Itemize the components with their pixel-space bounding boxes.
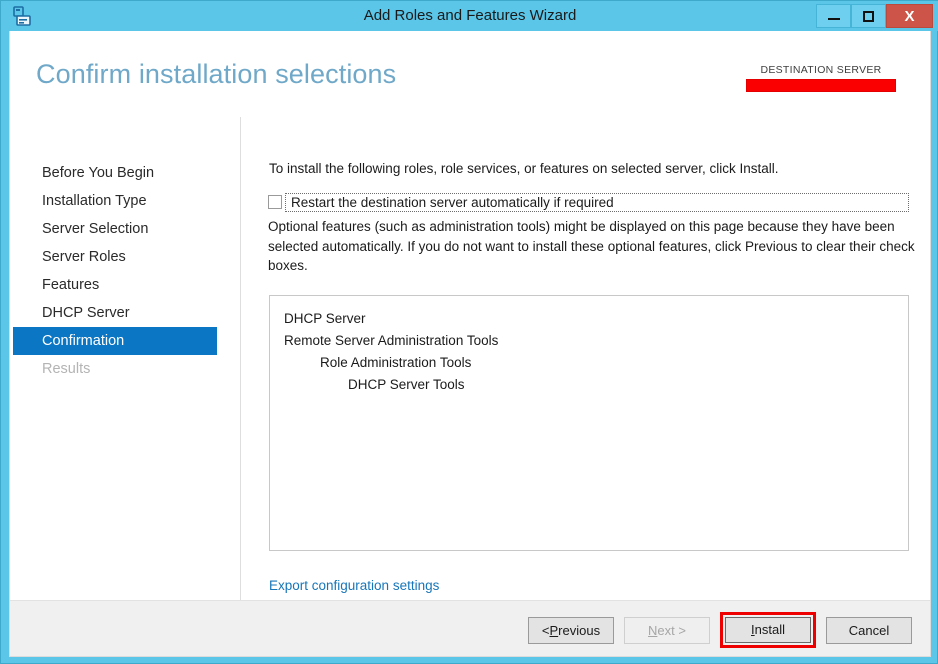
footer-buttons: < Previous Next > Install Cancel	[528, 612, 912, 648]
destination-server-label: DESTINATION SERVER	[760, 64, 882, 76]
install-button[interactable]: Install	[725, 617, 811, 643]
list-item: DHCP Server Tools	[348, 377, 465, 392]
maximize-icon	[863, 10, 874, 22]
page-title: Confirm installation selections	[36, 59, 397, 89]
export-configuration-settings-link[interactable]: Export configuration settings	[269, 576, 463, 596]
sidebar-item-dhcp-server[interactable]: DHCP Server	[10, 299, 240, 327]
sidebar-item-server-roles[interactable]: Server Roles	[10, 243, 240, 271]
minimize-button[interactable]	[816, 4, 851, 28]
destination-server-redaction	[746, 79, 896, 92]
title-bar: Add Roles and Features Wizard X	[1, 1, 938, 31]
restart-checkbox[interactable]	[268, 195, 282, 209]
restart-checkbox-row[interactable]: Restart the destination server automatic…	[268, 192, 909, 212]
wizard-sidebar: Before You Begin Installation Type Serve…	[10, 117, 241, 600]
sidebar-item-results: Results	[42, 361, 91, 377]
sidebar-item-installation-type[interactable]: Installation Type	[10, 187, 240, 215]
content-pane: To install the following roles, role ser…	[242, 117, 930, 613]
cancel-button[interactable]: Cancel	[826, 616, 912, 644]
optional-features-text: Optional features (such as administratio…	[268, 219, 915, 273]
previous-button[interactable]: < Previous	[528, 616, 614, 644]
destination-server-block: DESTINATION SERVER	[740, 64, 902, 92]
list-item: Remote Server Administration Tools	[284, 333, 499, 348]
sidebar-item-before-you-begin[interactable]: Before You Begin	[10, 159, 240, 187]
wizard-window: Add Roles and Features Wizard X Confirm …	[0, 0, 938, 664]
minimize-icon	[827, 18, 840, 20]
intro-text: To install the following roles, role ser…	[269, 161, 779, 176]
window-controls: X	[816, 4, 933, 28]
restart-checkbox-label: Restart the destination server automatic…	[291, 194, 614, 210]
window-title: Add Roles and Features Wizard	[363, 7, 577, 24]
page-header: Confirm installation selections DESTINAT…	[10, 31, 930, 117]
selection-listbox[interactable]: DHCP Server Remote Server Administration…	[269, 295, 909, 551]
sidebar-item-server-selection[interactable]: Server Selection	[10, 215, 240, 243]
list-item: DHCP Server	[284, 311, 366, 326]
client-area: Confirm installation selections DESTINAT…	[9, 31, 931, 657]
sidebar-item-confirmation[interactable]: Confirmation	[13, 327, 217, 355]
sidebar-item-features[interactable]: Features	[10, 271, 240, 299]
list-item: Role Administration Tools	[320, 355, 472, 370]
maximize-button[interactable]	[851, 4, 886, 28]
install-button-annotation: Install	[720, 612, 816, 648]
close-button[interactable]: X	[886, 4, 933, 28]
restart-focus-rect: Restart the destination server automatic…	[285, 192, 909, 212]
next-button: Next >	[624, 616, 710, 644]
footer-bar: < Previous Next > Install Cancel	[10, 600, 930, 656]
